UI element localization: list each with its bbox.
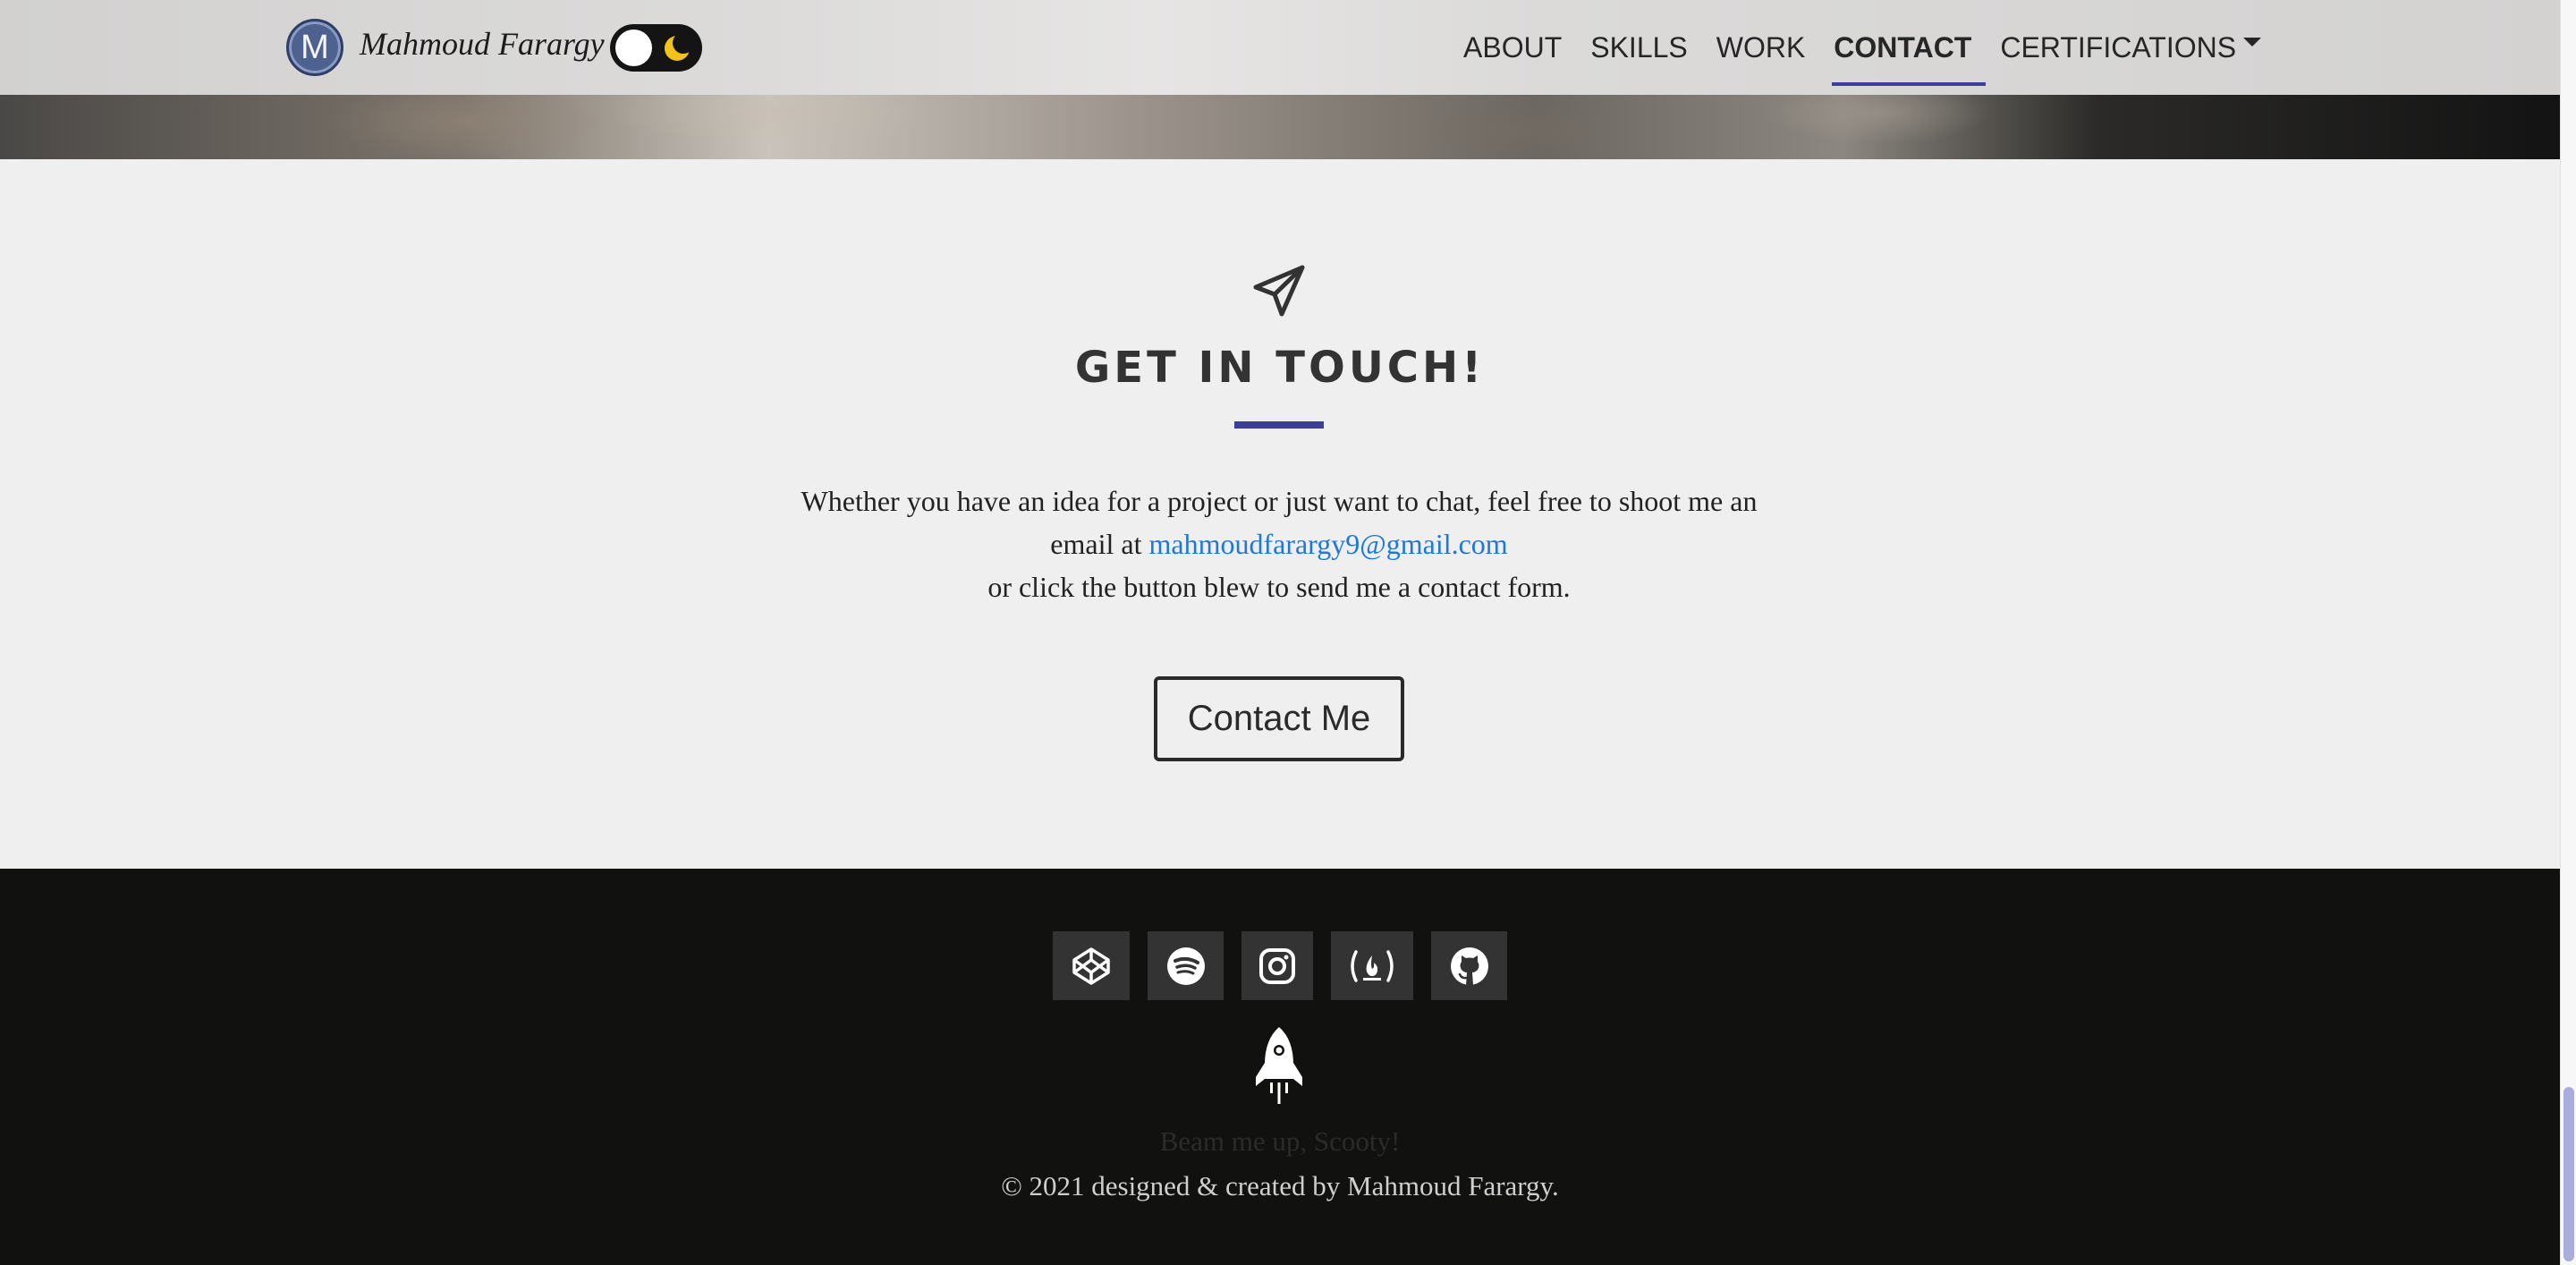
rocket-icon [1256, 1027, 1302, 1104]
contact-me-button[interactable]: Contact Me [1154, 676, 1404, 761]
nav-link-work[interactable]: WORK [1702, 0, 1820, 95]
paper-plane-icon [1253, 265, 1305, 317]
hero-image-strip [0, 95, 2560, 159]
brand-logo-initial: M [301, 28, 329, 66]
navbar: M Mahmoud Farargy ABOUT SKILLS WORK CONT… [0, 0, 2560, 95]
brand-name[interactable]: Mahmoud Farargy [360, 25, 605, 63]
nav-link-about-label: ABOUT [1463, 30, 1563, 64]
email-link[interactable]: mahmoudfarargy9@gmail.com [1148, 528, 1507, 560]
spotify-icon [1166, 947, 1205, 985]
nav-link-contact-label: CONTACT [1834, 30, 1972, 64]
nav-link-contact[interactable]: CONTACT [1819, 0, 1987, 95]
contact-intro-text: Whether you have an idea for a project o… [787, 480, 1771, 608]
spotify-link[interactable] [1148, 931, 1224, 1000]
nav-link-skills[interactable]: SKILLS [1576, 0, 1702, 95]
toggle-knob [615, 30, 652, 66]
moon-icon [665, 32, 693, 61]
intro-text-after-email: or click the button blew to send me a co… [987, 571, 1571, 603]
freecodecamp-link[interactable] [1331, 931, 1413, 1000]
footer-tagline: Beam me up, Scooty! [1159, 1125, 1401, 1157]
github-icon [1450, 947, 1488, 985]
codepen-icon [1072, 947, 1110, 985]
contact-section: GET IN TOUCH! Whether you have an idea f… [0, 159, 2560, 869]
nav-links: ABOUT SKILLS WORK CONTACT CERTIFICATIONS [1449, 0, 2275, 95]
section-title: GET IN TOUCH! [1074, 343, 1486, 393]
nav-link-work-label: WORK [1716, 30, 1806, 64]
nav-link-certifications[interactable]: CERTIFICATIONS [1986, 0, 2275, 95]
instagram-icon [1259, 947, 1295, 984]
social-links [0, 931, 2560, 1000]
codepen-link[interactable] [1053, 931, 1130, 1000]
title-underline [1234, 421, 1324, 429]
github-link[interactable] [1431, 931, 1507, 1000]
freecodecamp-icon [1351, 949, 1394, 982]
theme-toggle[interactable] [610, 24, 702, 72]
nav-link-certifications-label: CERTIFICATIONS [2000, 30, 2237, 64]
copyright-text: © 2021 designed & created by Mahmoud Far… [1001, 1170, 1559, 1201]
nav-link-skills-label: SKILLS [1590, 30, 1688, 64]
scrollbar-thumb[interactable] [2563, 1087, 2574, 1261]
instagram-link[interactable] [1241, 931, 1313, 1000]
brand-logo[interactable]: M [286, 19, 343, 76]
nav-link-about[interactable]: ABOUT [1449, 0, 1576, 95]
caret-down-icon [2243, 38, 2262, 47]
scrollbar[interactable] [2560, 0, 2576, 1265]
footer: Beam me up, Scooty! © 2021 designed & cr… [0, 869, 2560, 1265]
